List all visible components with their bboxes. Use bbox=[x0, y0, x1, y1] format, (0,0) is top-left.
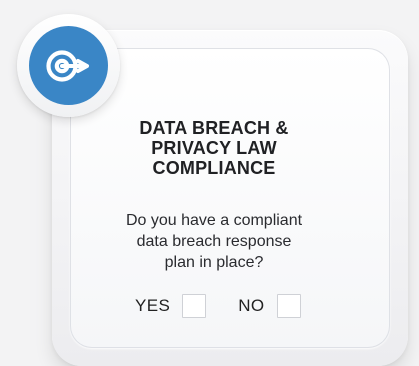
yes-option[interactable]: YES bbox=[135, 294, 207, 318]
title-line-2: PRIVACY LAW bbox=[151, 138, 277, 158]
card-title: DATA BREACH & PRIVACY LAW COMPLIANCE bbox=[104, 118, 324, 178]
yes-checkbox[interactable] bbox=[182, 294, 207, 318]
no-label: NO bbox=[238, 296, 265, 315]
yes-label: YES bbox=[135, 296, 171, 315]
no-checkbox[interactable] bbox=[276, 294, 301, 318]
title-line-3: COMPLIANCE bbox=[152, 158, 276, 178]
icon-circle bbox=[29, 26, 108, 105]
title-line-1: DATA BREACH & bbox=[139, 118, 289, 138]
question-line-1: Do you have a compliant bbox=[125, 212, 303, 229]
page-canvas: DATA BREACH & PRIVACY LAW COMPLIANCE Do … bbox=[0, 0, 419, 366]
icon-badge bbox=[17, 14, 120, 117]
no-option[interactable]: NO bbox=[238, 294, 301, 318]
answer-options: YES NO bbox=[135, 291, 301, 321]
question-line-3: plan in place? bbox=[164, 254, 264, 271]
question-line-2: data breach response bbox=[136, 233, 292, 250]
target-arrow-icon bbox=[45, 49, 89, 82]
card-question: Do you have a compliant data breach resp… bbox=[104, 210, 324, 273]
